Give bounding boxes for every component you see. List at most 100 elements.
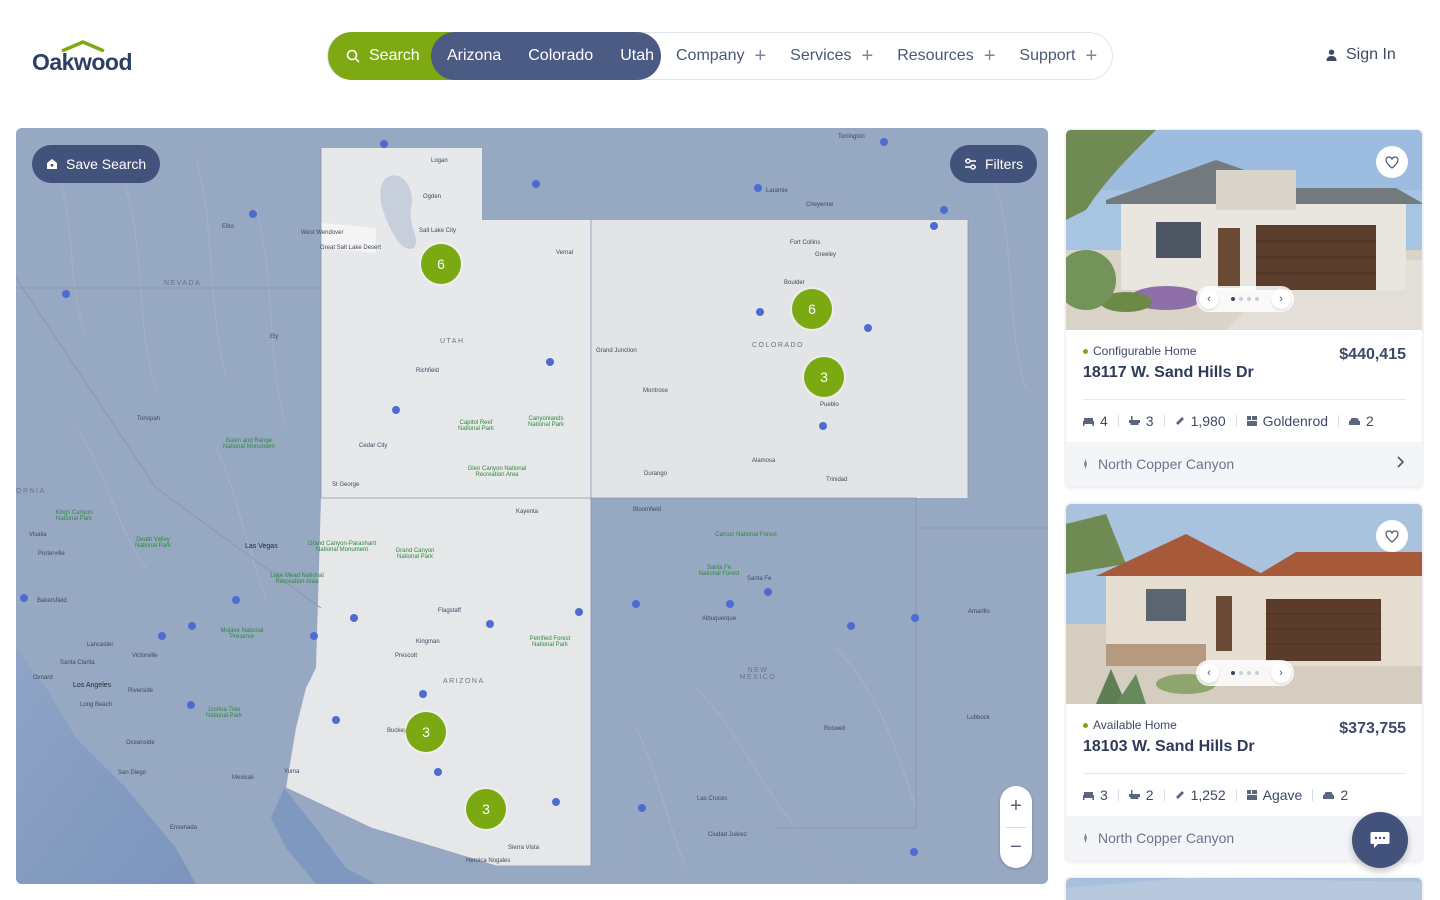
plus-icon: + bbox=[983, 45, 996, 67]
carousel-dot[interactable] bbox=[1231, 297, 1235, 301]
chevron-left-icon[interactable]: ‹ bbox=[1199, 663, 1219, 683]
carousel-dot[interactable] bbox=[1231, 671, 1235, 675]
city-label: Las Cruces bbox=[697, 796, 728, 802]
favorite-button[interactable] bbox=[1376, 146, 1408, 178]
state-arizona[interactable]: Arizona bbox=[447, 47, 501, 65]
park-label: Basin and Range National Monument bbox=[222, 438, 276, 450]
nav-links: Company + Services + Resources + Support… bbox=[676, 33, 1121, 79]
map-view[interactable]: NEVADA UTAH COLORADO ARIZONA NEW MEXICO … bbox=[16, 128, 1048, 884]
listing-results[interactable]: ‹ › Configurable Home $440,415 18117 W. … bbox=[1064, 128, 1424, 900]
bed-icon bbox=[1083, 791, 1094, 800]
chevron-right-icon[interactable]: › bbox=[1271, 663, 1291, 683]
listing-card[interactable] bbox=[1065, 877, 1423, 900]
city-label: Los Angeles bbox=[73, 682, 112, 689]
spec-separator bbox=[1312, 789, 1314, 801]
nav-resources[interactable]: Resources + bbox=[897, 46, 995, 66]
park-label: Mojave National Preserve bbox=[220, 628, 264, 640]
park-label: Santa Fe National Forest bbox=[698, 565, 740, 577]
city-label: Porterville bbox=[38, 551, 65, 557]
chevron-left-icon[interactable]: ‹ bbox=[1199, 289, 1219, 309]
search-button-label: Search bbox=[369, 47, 420, 64]
chat-button[interactable] bbox=[1352, 812, 1408, 868]
status-badge: Configurable Home bbox=[1083, 344, 1196, 358]
favorite-button[interactable] bbox=[1376, 520, 1408, 552]
listing-card[interactable]: ‹ › Available Home $373,755 18103 W. San… bbox=[1065, 503, 1423, 861]
map-cluster-marker[interactable]: 6 bbox=[792, 289, 832, 329]
city-label: Logan bbox=[431, 158, 448, 164]
city-label: Oxnard bbox=[33, 675, 53, 681]
zoom-in-button[interactable]: + bbox=[1000, 786, 1032, 827]
spec-separator bbox=[1235, 415, 1237, 427]
baths-value: 2 bbox=[1145, 787, 1154, 803]
nav-services[interactable]: Services + bbox=[790, 46, 873, 66]
bath-icon bbox=[1128, 416, 1140, 425]
garage-spec: 2 bbox=[1349, 413, 1374, 429]
divider bbox=[1083, 399, 1406, 400]
map-cluster-marker[interactable]: 3 bbox=[466, 789, 506, 829]
garage-value: 2 bbox=[1340, 787, 1349, 803]
city-label: Montrose bbox=[643, 388, 669, 394]
carousel-dot[interactable] bbox=[1239, 671, 1243, 675]
region-label-arizona: ARIZONA bbox=[443, 678, 485, 685]
city-label: Elko bbox=[222, 224, 234, 230]
listing-card[interactable]: ‹ › Configurable Home $440,415 18117 W. … bbox=[1065, 129, 1423, 487]
chevron-right-icon[interactable]: › bbox=[1271, 289, 1291, 309]
city-label: Oceanside bbox=[126, 740, 155, 746]
plus-icon: + bbox=[1085, 45, 1098, 67]
carousel-dot[interactable] bbox=[1239, 297, 1243, 301]
plus-icon: + bbox=[754, 45, 767, 67]
carousel-dot[interactable] bbox=[1247, 671, 1251, 675]
baths-spec: 3 bbox=[1128, 413, 1154, 429]
map-cluster-marker[interactable]: 6 bbox=[421, 244, 461, 284]
map-cluster-marker[interactable]: 3 bbox=[406, 712, 446, 752]
region-label-new-mexico: NEW MEXICO bbox=[739, 667, 777, 681]
pin-icon bbox=[1084, 459, 1087, 469]
city-label: Long Beach bbox=[80, 702, 113, 708]
city-label: Durango bbox=[644, 471, 668, 477]
park-label: Grand Canyon National Park bbox=[395, 548, 435, 560]
save-search-button[interactable]: Save Search bbox=[32, 145, 161, 183]
community-name: North Copper Canyon bbox=[1098, 830, 1235, 846]
carousel-dot[interactable] bbox=[1247, 297, 1251, 301]
city-label: Ogden bbox=[423, 194, 442, 200]
park-label: Kings Canyon National Park bbox=[55, 510, 93, 522]
plus-icon: + bbox=[861, 45, 874, 67]
park-label: Glen Canyon National Recreation Area bbox=[467, 466, 527, 478]
plan-value: Goldenrod bbox=[1262, 413, 1329, 429]
zoom-out-button[interactable]: − bbox=[1000, 827, 1032, 868]
listing-address[interactable]: 18103 W. Sand Hills Dr bbox=[1083, 738, 1255, 756]
state-selector: Arizona Colorado Utah bbox=[431, 32, 661, 80]
city-label: Ciudad Juárez bbox=[708, 832, 747, 838]
nav-support[interactable]: Support + bbox=[1019, 46, 1097, 66]
search-icon bbox=[346, 49, 360, 63]
city-label: Las Vegas bbox=[245, 543, 278, 550]
city-label: Albuquerque bbox=[702, 616, 737, 622]
city-label: Roswell bbox=[824, 726, 846, 732]
park-label: Joshua Tree National Park bbox=[205, 707, 243, 719]
sign-in-button[interactable]: Sign In bbox=[1326, 46, 1396, 64]
community-link[interactable]: North Copper Canyon bbox=[1066, 442, 1422, 486]
city-label: Santa Fe bbox=[747, 576, 772, 582]
filters-button[interactable]: Filters bbox=[950, 145, 1038, 183]
user-icon bbox=[1326, 49, 1337, 61]
state-colorado[interactable]: Colorado bbox=[528, 47, 593, 65]
city-label: Mexicali bbox=[232, 775, 254, 781]
city-label: Boulder bbox=[784, 280, 805, 286]
map-cluster-marker[interactable]: 3 bbox=[804, 357, 844, 397]
carousel-dot[interactable] bbox=[1255, 297, 1259, 301]
city-label: Santa Clarita bbox=[60, 660, 95, 666]
oakwood-logo[interactable]: Oakwood bbox=[32, 40, 133, 75]
city-label: Kingman bbox=[416, 639, 440, 645]
city-label: Torrington bbox=[838, 134, 865, 140]
beds-spec: 3 bbox=[1083, 787, 1108, 803]
home-photo[interactable]: ‹ › bbox=[1066, 504, 1422, 704]
nav-company[interactable]: Company + bbox=[676, 46, 766, 66]
listing-address[interactable]: 18117 W. Sand Hills Dr bbox=[1083, 364, 1254, 382]
city-label: Victorville bbox=[132, 653, 158, 659]
city-label: Lubbock bbox=[967, 715, 990, 721]
city-label: Great Salt Lake Desert bbox=[320, 245, 382, 251]
floorplan-icon bbox=[1246, 416, 1257, 426]
state-utah[interactable]: Utah bbox=[620, 47, 654, 65]
carousel-dot[interactable] bbox=[1255, 671, 1259, 675]
home-photo[interactable]: ‹ › bbox=[1066, 130, 1422, 330]
